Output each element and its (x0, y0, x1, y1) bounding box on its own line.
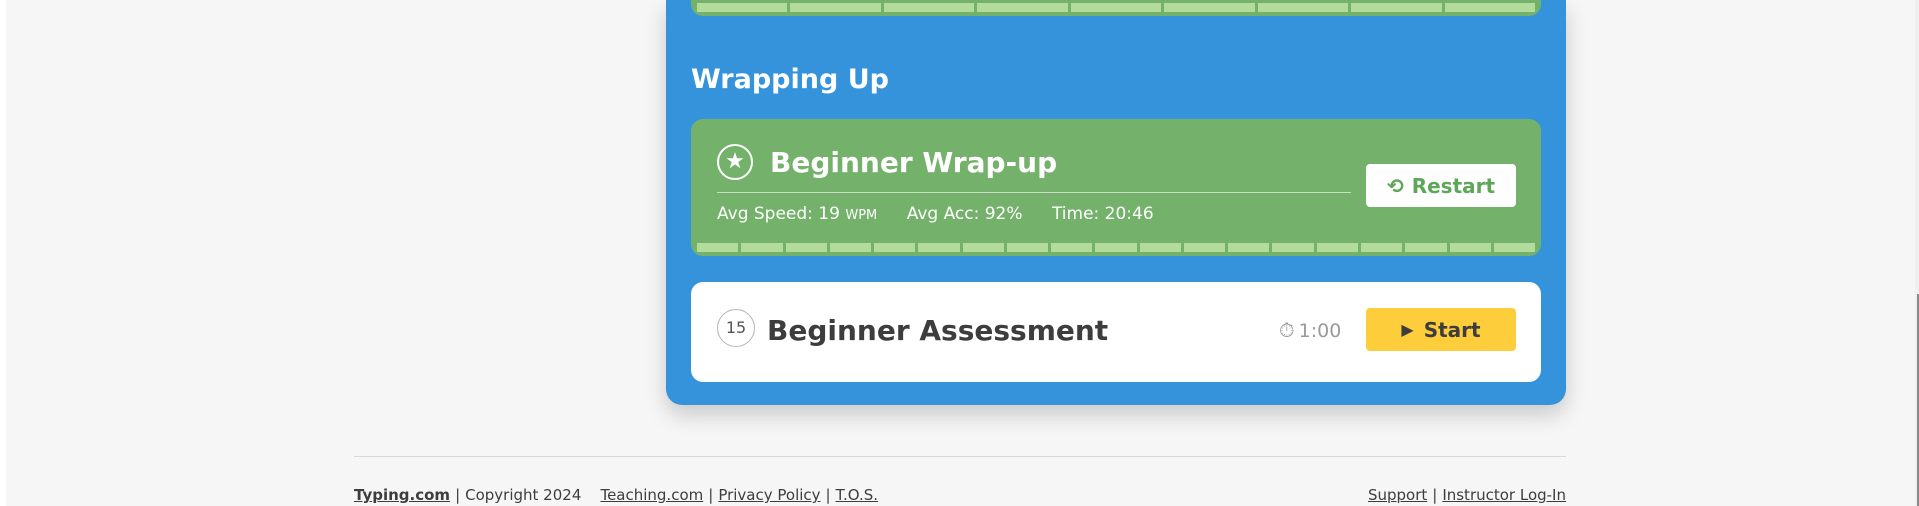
footer-separator: | (708, 486, 714, 504)
progress-segment (1405, 243, 1447, 252)
progress-segment (1228, 243, 1270, 252)
stopwatch-icon: ⏱ (1279, 318, 1295, 342)
progress-segment (790, 3, 881, 12)
progress-segment (1351, 3, 1442, 12)
scrollbar[interactable] (1915, 0, 1919, 506)
assessment-duration: 1:00 (1298, 320, 1342, 342)
previous-lesson-progress-bar (697, 3, 1535, 12)
progress-segment (1360, 243, 1403, 252)
progress-segment (1164, 3, 1255, 12)
footer-separator: | (1432, 486, 1438, 504)
progress-segment (1444, 3, 1535, 12)
play-icon: ▶ (1401, 320, 1414, 339)
progress-segment (1051, 243, 1093, 252)
section-title: Wrapping Up (691, 64, 889, 95)
footer-support-link[interactable]: Support (1368, 486, 1427, 504)
wrap-up-divider (717, 192, 1351, 193)
progress-segment (883, 3, 975, 12)
progress-segment (918, 243, 960, 252)
history-icon: ⟲ (1386, 173, 1404, 198)
restart-button-label: Restart (1411, 173, 1496, 198)
time-stat: Time: 20:46 (1051, 204, 1154, 224)
wrap-up-card[interactable]: ★ Beginner Wrap-up Avg Speed: 19 WPM Avg… (691, 119, 1541, 256)
progress-segment (829, 243, 872, 252)
footer-privacy-link[interactable]: Privacy Policy (718, 486, 820, 504)
progress-segment (697, 243, 739, 252)
footer-brand-link[interactable]: Typing.com (354, 486, 450, 504)
avg-acc-stat: Avg Acc: 92% (906, 204, 1023, 224)
assessment-timer: ⏱ 1:00 (1279, 318, 1341, 342)
assessment-title: Beginner Assessment (767, 314, 1109, 347)
previous-lesson-card[interactable] (691, 0, 1541, 16)
footer-divider (354, 456, 1566, 457)
footer-tos-link[interactable]: T.O.S. (836, 486, 878, 504)
progress-segment (1493, 243, 1536, 252)
lessons-panel: Wrapping Up ★ Beginner Wrap-up Avg Speed… (666, 0, 1566, 405)
progress-segment (1257, 3, 1349, 12)
progress-segment (1006, 243, 1049, 252)
progress-segment (785, 243, 827, 252)
footer-right-links: Support | Instructor Log-In (1368, 486, 1566, 504)
star-circle-icon: ★ (717, 144, 753, 180)
footer-instructor-login-link[interactable]: Instructor Log-In (1442, 486, 1566, 504)
wrap-up-title: Beginner Wrap-up (770, 146, 1058, 179)
progress-segment (1183, 243, 1226, 252)
progress-segment (1095, 243, 1137, 252)
assessment-card[interactable]: 15 Beginner Assessment ⏱ 1:00 ▶ Start (691, 282, 1541, 382)
wrap-up-progress-bar (697, 243, 1536, 252)
avg-speed-value: Avg Speed: 19 (717, 204, 840, 224)
start-button-label: Start (1423, 317, 1481, 342)
page-left-edge (0, 0, 6, 506)
footer-copyright: Copyright 2024 (465, 486, 582, 504)
footer-separator: | (825, 486, 831, 504)
progress-segment (1449, 243, 1491, 252)
footer-teaching-link[interactable]: Teaching.com (600, 486, 703, 504)
start-button[interactable]: ▶ Start (1366, 308, 1516, 351)
progress-segment (741, 243, 783, 252)
progress-segment (1272, 243, 1314, 252)
progress-segment (1316, 243, 1358, 252)
wrap-up-stats: Avg Speed: 19 WPM Avg Acc: 92% Time: 20:… (717, 204, 1178, 224)
lesson-number-badge: 15 (717, 309, 755, 347)
progress-segment (977, 3, 1068, 12)
progress-segment (962, 243, 1004, 252)
avg-speed-unit: WPM (845, 208, 878, 223)
progress-segment (1139, 243, 1181, 252)
footer-left-links: Typing.com | Copyright 2024 Teaching.com | P… (354, 486, 878, 504)
restart-button[interactable]: ⟲ Restart (1366, 164, 1516, 207)
progress-segment (874, 243, 916, 252)
progress-segment (697, 3, 788, 12)
progress-segment (1070, 3, 1162, 12)
avg-speed-stat: Avg Speed: 19 WPM (717, 204, 877, 224)
footer-separator: | (455, 486, 461, 504)
